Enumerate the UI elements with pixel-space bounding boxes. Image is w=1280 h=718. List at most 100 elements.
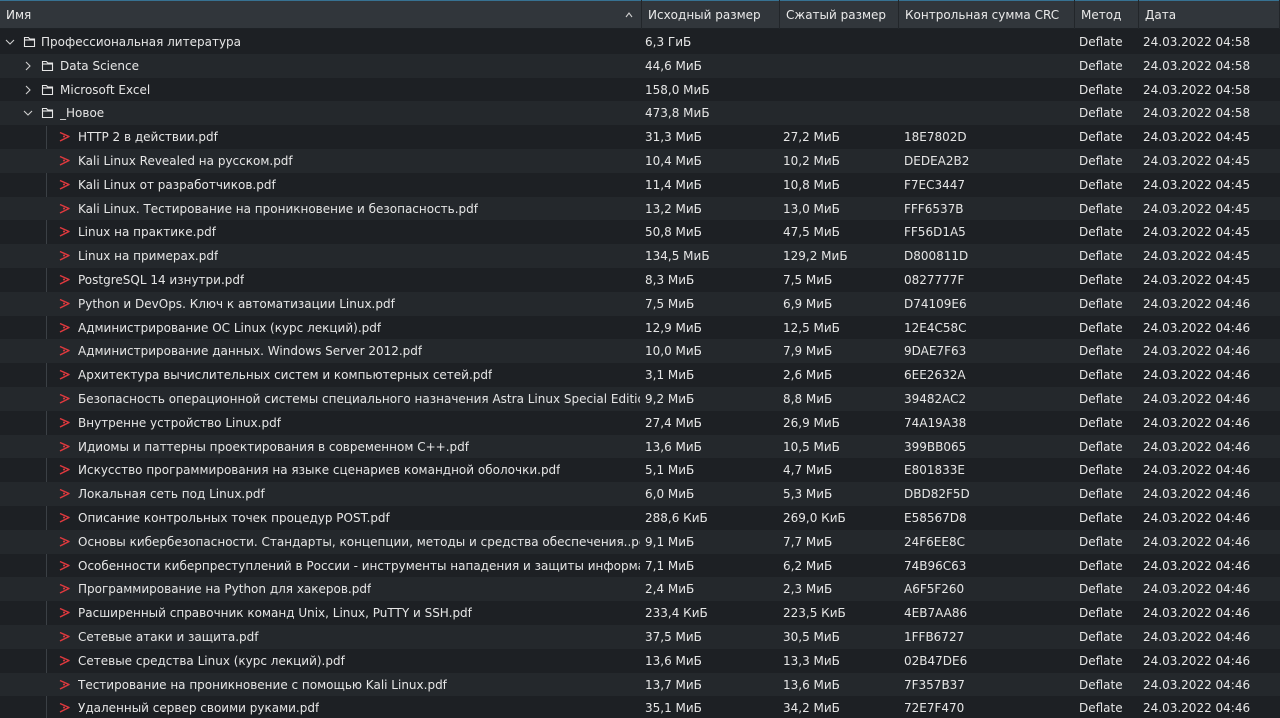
original-size: 5,1 МиБ xyxy=(645,463,695,478)
file-row[interactable]: Администрирование ОС Linux (курс лекций)… xyxy=(0,316,1280,340)
original-size: 10,4 МиБ xyxy=(645,154,702,168)
compressed-size: 5,3 МиБ xyxy=(783,487,833,502)
column-header-crc[interactable]: Контрольная сумма CRC xyxy=(899,0,1075,29)
original-size: 11,4 МиБ xyxy=(645,177,702,192)
column-header-date[interactable]: Дата xyxy=(1139,0,1280,29)
modified-date: 24.03.2022 04:46 xyxy=(1143,296,1251,311)
file-row[interactable]: Kali Linux от разработчиков.pdf 11,4 МиБ 1… xyxy=(0,173,1280,197)
crc-checksum: E801833E xyxy=(904,463,965,478)
folder-row[interactable]: Data Science 44,6 МиБ Deflate 24.03.2022 04… xyxy=(0,53,1280,78)
chevron-down-icon[interactable] xyxy=(5,37,15,47)
chevron-down-icon[interactable] xyxy=(23,108,33,118)
chevron-right-icon[interactable] xyxy=(23,85,33,95)
file-row[interactable]: Тестирование на проникновение с помощью … xyxy=(0,672,1280,697)
compressed-size: 13,0 МиБ xyxy=(783,201,840,216)
modified-date: 24.03.2022 04:46 xyxy=(1143,487,1251,502)
item-name: Удаленный сервер своими руками.pdf xyxy=(78,701,320,716)
compression-method: Deflate xyxy=(1079,558,1123,573)
file-row[interactable]: Основы кибербезопасности. Стандарты, кон… xyxy=(0,529,1280,554)
compressed-size: 4,7 МиБ xyxy=(783,463,833,478)
file-row[interactable]: Удаленный сервер своими руками.pdf 35,1 М… xyxy=(0,696,1280,718)
column-header-label: Дата xyxy=(1145,8,1177,22)
file-row[interactable]: Python и DevOps. Ключ к автоматизации Li… xyxy=(0,291,1280,316)
item-name: Администрирование данных. Windows Server… xyxy=(78,344,423,359)
file-row[interactable]: Особенности киберпреступлений в России -… xyxy=(0,554,1280,578)
file-row[interactable]: Программирование на Python для хакеров.p… xyxy=(0,577,1280,602)
original-size: 7,5 МиБ xyxy=(645,296,695,311)
column-header-label: Контрольная сумма CRC xyxy=(905,8,1060,22)
file-row[interactable]: Kali Linux Revealed на русском.pdf 10,4 М… xyxy=(0,149,1280,173)
compressed-size: 8,8 МиБ xyxy=(783,392,833,406)
original-size: 13,6 МиБ xyxy=(645,653,702,668)
folder-row[interactable]: _Новое 473,8 МиБ Deflate 24.03.2022 04:58 xyxy=(0,101,1280,126)
item-name: HTTP 2 в действии.pdf xyxy=(78,130,218,145)
file-row[interactable]: Безопасность операционной системы специа… xyxy=(0,387,1280,411)
file-row[interactable]: Локальная сеть под Linux.pdf 6,0 МиБ 5,3 М… xyxy=(0,482,1280,506)
column-header-comp[interactable]: Сжатый размер xyxy=(780,0,899,29)
modified-date: 24.03.2022 04:46 xyxy=(1143,392,1251,406)
modified-date: 24.03.2022 04:45 xyxy=(1143,201,1251,216)
folder-row[interactable]: Microsoft Excel 158,0 МиБ Deflate 24.03.202… xyxy=(0,78,1280,102)
column-header-orig[interactable]: Исходный размер xyxy=(642,0,780,29)
file-row[interactable]: Архитектура вычислительных систем и комп… xyxy=(0,363,1280,387)
compressed-size: 6,2 МиБ xyxy=(783,558,833,573)
file-row[interactable]: Идиомы и паттерны проектирования в совре… xyxy=(0,434,1280,459)
column-header-name[interactable]: Имя xyxy=(0,0,642,29)
crc-checksum: D74109E6 xyxy=(904,296,967,311)
file-row[interactable]: Linux на практике.pdf 50,8 МиБ 47,5 МиБ FF5… xyxy=(0,220,1280,244)
item-name: Программирование на Python для хакеров.p… xyxy=(78,582,372,597)
folder-icon xyxy=(23,35,36,48)
file-row[interactable]: Администрирование данных. Windows Server… xyxy=(0,339,1280,364)
original-size: 50,8 МиБ xyxy=(645,225,702,240)
folder-row[interactable]: Профессиональная литература 6,3 ГиБ Deflat… xyxy=(0,30,1280,54)
crc-checksum: 1FFB6727 xyxy=(904,630,965,644)
modified-date: 24.03.2022 04:46 xyxy=(1143,677,1251,692)
file-row[interactable]: Описание контрольных точек процедур POST… xyxy=(0,506,1280,530)
compression-method: Deflate xyxy=(1079,653,1123,668)
modified-date: 24.03.2022 04:58 xyxy=(1143,58,1251,73)
crc-checksum: FFF6537B xyxy=(904,201,964,216)
original-size: 12,9 МиБ xyxy=(645,320,702,335)
crc-checksum: 74B96C63 xyxy=(904,558,967,573)
modified-date: 24.03.2022 04:45 xyxy=(1143,273,1251,287)
column-header-method[interactable]: Метод xyxy=(1075,0,1139,29)
pdf-file-icon xyxy=(58,297,71,310)
file-row[interactable]: Linux на примерах.pdf 134,5 МиБ 129,2 МиБ D… xyxy=(0,244,1280,268)
compression-method: Deflate xyxy=(1079,701,1123,716)
compressed-size: 269,0 КиБ xyxy=(783,511,846,525)
modified-date: 24.03.2022 04:46 xyxy=(1143,558,1251,573)
pdf-file-icon xyxy=(58,249,71,262)
item-name: Kali Linux. Тестирование на проникновени… xyxy=(78,201,479,216)
modified-date: 24.03.2022 04:46 xyxy=(1143,511,1251,525)
file-row[interactable]: Искусство программирования на языке сцен… xyxy=(0,458,1280,482)
column-header-label: Исходный размер xyxy=(648,8,761,22)
item-name: _Новое xyxy=(60,106,105,121)
pdf-file-icon xyxy=(58,416,71,429)
original-size: 7,1 МиБ xyxy=(645,558,695,573)
column-header-label: Сжатый размер xyxy=(786,8,887,22)
pdf-file-icon xyxy=(58,463,71,476)
file-row[interactable]: Kali Linux. Тестирование на проникновени… xyxy=(0,196,1280,221)
crc-checksum: 39482AC2 xyxy=(904,392,967,406)
crc-checksum: FF56D1A5 xyxy=(904,225,966,240)
crc-checksum: D800811D xyxy=(904,249,969,264)
file-row[interactable]: HTTP 2 в действии.pdf 31,3 МиБ 27,2 МиБ 18E… xyxy=(0,125,1280,149)
original-size: 158,0 МиБ xyxy=(645,82,710,97)
modified-date: 24.03.2022 04:45 xyxy=(1143,177,1251,192)
pdf-file-icon xyxy=(58,535,71,548)
pdf-file-icon xyxy=(58,678,71,691)
chevron-right-icon[interactable] xyxy=(23,61,33,71)
file-row[interactable]: Сетевые атаки и защита.pdf 37,5 МиБ 30,5 М… xyxy=(0,625,1280,649)
original-size: 2,4 МиБ xyxy=(645,582,695,597)
compressed-size: 10,2 МиБ xyxy=(783,154,840,168)
pdf-file-icon xyxy=(58,344,71,357)
file-row[interactable]: Сетевые средства Linux (курс лекций).pdf… xyxy=(0,649,1280,673)
file-row[interactable]: Внутренне устройство Linux.pdf 27,4 МиБ 26… xyxy=(0,411,1280,435)
item-name: Архитектура вычислительных систем и комп… xyxy=(78,368,493,383)
file-row[interactable]: PostgreSQL 14 изнутри.pdf 8,3 МиБ 7,5 МиБ 0… xyxy=(0,268,1280,292)
original-size: 6,0 МиБ xyxy=(645,487,695,502)
file-row[interactable]: Расширенный справочник команд Unix, Linu… xyxy=(0,601,1280,625)
crc-checksum: F7EC3447 xyxy=(904,177,966,192)
item-name: Microsoft Excel xyxy=(60,82,151,97)
item-name: Внутренне устройство Linux.pdf xyxy=(78,415,281,430)
